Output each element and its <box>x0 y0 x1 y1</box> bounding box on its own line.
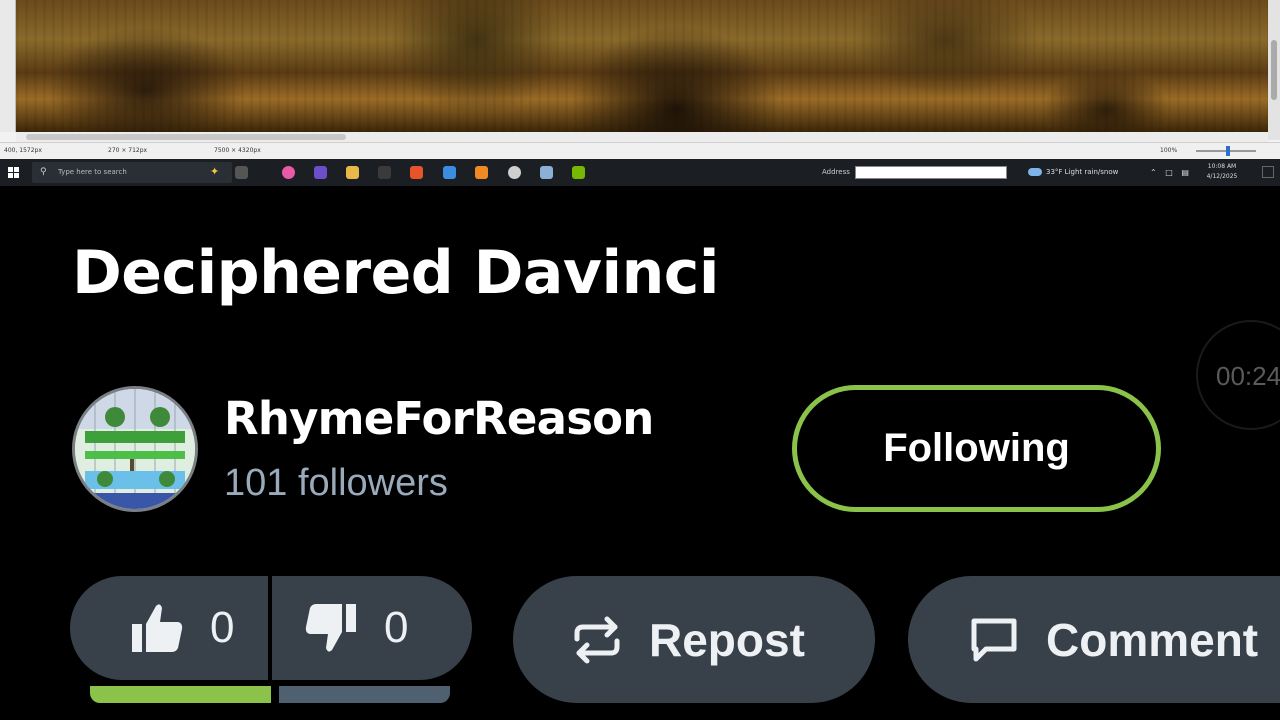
video-title: Deciphered Davinci <box>72 238 719 308</box>
repost-button[interactable]: Repost <box>513 576 875 703</box>
comment-icon <box>971 618 1017 661</box>
dislike-button[interactable]: 0 <box>304 576 408 680</box>
like-button[interactable]: 0 <box>130 576 234 680</box>
vertical-ruler <box>0 0 16 132</box>
weather-cloud-icon <box>1028 168 1042 176</box>
file-explorer-icon <box>346 166 359 179</box>
app-icon-2 <box>443 166 456 179</box>
address-field <box>855 166 1007 179</box>
channel-avatar[interactable] <box>72 386 198 512</box>
brave-browser-icon <box>410 166 423 179</box>
thumbs-down-icon <box>305 604 356 652</box>
vertical-scrollbar <box>1268 0 1280 140</box>
editor-status-bar: 400, 1572px 270 × 712px 7500 × 4320px 10… <box>0 142 1280 158</box>
task-view-icon <box>235 166 248 179</box>
vote-control: 0 0 <box>70 576 472 680</box>
taskbar-search: ⚲ Type here to search ✦ <box>32 162 232 183</box>
copilot-icon <box>282 166 295 179</box>
document-size-readout: 7500 × 4320px <box>214 147 261 154</box>
dislike-ratio-bar <box>279 686 450 703</box>
zoom-slider-knob <box>1226 146 1230 156</box>
video-player-frame[interactable]: 400, 1572px 270 × 712px 7500 × 4320px 10… <box>0 0 1280 186</box>
windows-start-icon <box>8 167 19 178</box>
app-icon-4 <box>508 166 521 179</box>
app-icon-1 <box>314 166 327 179</box>
windows-taskbar: ⚲ Type here to search ✦ Address 33°F Lig… <box>0 159 1280 186</box>
selection-readout: 270 × 712px <box>108 147 148 154</box>
store-icon <box>378 166 391 179</box>
dislike-count: 0 <box>384 603 409 652</box>
avatar-image <box>75 389 195 509</box>
thumbs-up-icon <box>132 604 183 652</box>
comment-button[interactable]: Comment <box>908 576 1280 703</box>
timer-readout: 00:24 <box>1216 361 1280 391</box>
system-tray-icons: ⌃ □ ▤ <box>1150 168 1192 177</box>
vote-divider <box>268 576 272 680</box>
nvidia-icon <box>572 166 585 179</box>
channel-name[interactable]: RhymeForReason <box>224 392 654 445</box>
photoshop-active-icon <box>540 166 553 179</box>
position-readout: 400, 1572px <box>4 147 42 154</box>
sparkle-icon: ✦ <box>210 165 220 178</box>
follower-count: 101 followers <box>224 462 448 504</box>
like-count: 0 <box>210 603 235 652</box>
notification-icon <box>1262 166 1274 178</box>
taskbar-clock: 10:08 AM 4/12/2025 <box>1206 163 1238 180</box>
painting-canvas <box>16 0 1268 132</box>
like-ratio-bar <box>90 686 271 703</box>
app-icon-3 <box>475 166 488 179</box>
horizontal-scrollbar <box>16 132 1268 142</box>
repost-icon <box>574 616 620 663</box>
zoom-readout: 100% <box>1160 147 1178 154</box>
following-button[interactable]: Following <box>792 385 1161 512</box>
search-icon: ⚲ <box>40 167 47 177</box>
weather-widget: 33°F Light rain/snow <box>1028 168 1118 176</box>
